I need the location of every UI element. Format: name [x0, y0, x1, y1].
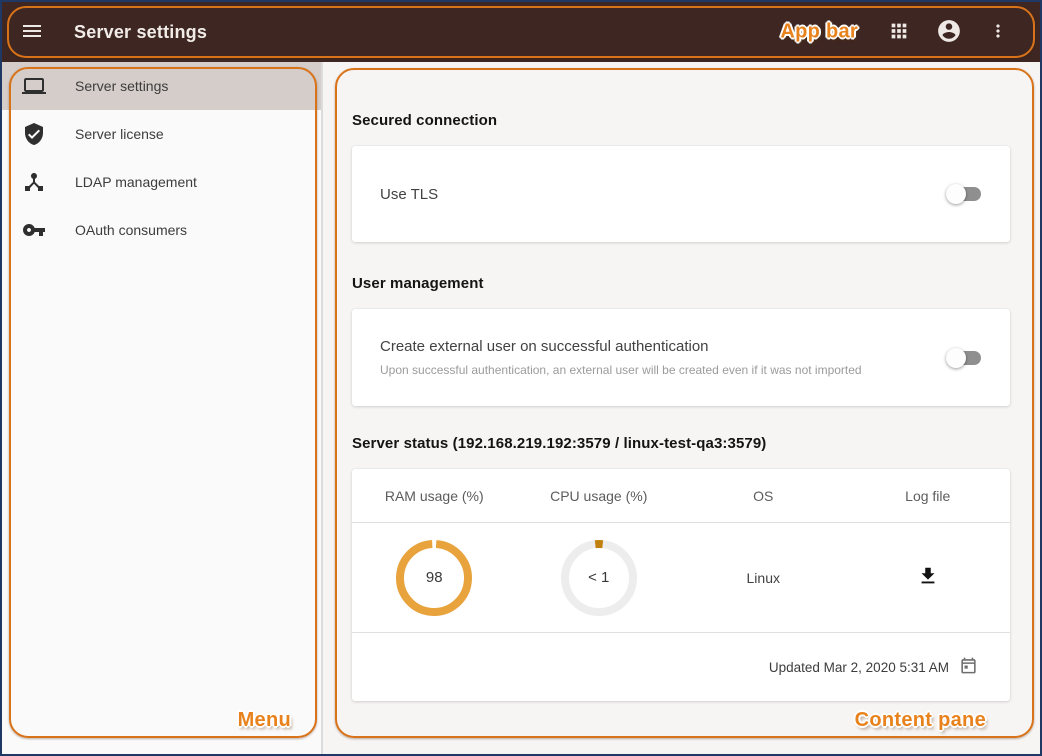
- hamburger-menu-button[interactable]: [20, 19, 44, 46]
- content-annotation-label: Content pane: [855, 709, 986, 732]
- download-icon: [917, 565, 939, 590]
- laptop-icon: [22, 74, 46, 98]
- menu-item-label: Server settings: [75, 78, 168, 94]
- menu-item-ldap-management[interactable]: LDAP management: [2, 158, 321, 206]
- overflow-menu-button[interactable]: [988, 21, 1008, 44]
- status-table-header: RAM usage (%) CPU usage (%) OS Log file: [352, 469, 1010, 523]
- toggle-thumb: [946, 348, 966, 368]
- server-status-card: RAM usage (%) CPU usage (%) OS Log file …: [352, 469, 1010, 701]
- menu-annotation-label: Menu: [238, 709, 291, 732]
- appbar-annotation-label: App bar: [780, 21, 858, 44]
- page-title: Server settings: [74, 22, 207, 43]
- refresh-date-button[interactable]: [959, 656, 978, 678]
- column-ram-usage: RAM usage (%): [352, 488, 517, 504]
- secured-connection-heading: Secured connection: [352, 112, 1010, 129]
- apps-grid-icon: [888, 20, 910, 45]
- shield-check-icon: [22, 122, 46, 146]
- create-external-user-description: Upon successful authentication, an exter…: [380, 363, 862, 377]
- use-tls-label: Use TLS: [380, 186, 438, 203]
- use-tls-card: Use TLS: [352, 146, 1010, 242]
- cpu-usage-gauge: < 1: [559, 538, 639, 618]
- ram-usage-gauge: 98: [394, 538, 474, 618]
- create-external-user-toggle[interactable]: [946, 348, 982, 368]
- updated-timestamp: Updated Mar 2, 2020 5:31 AM: [769, 660, 949, 675]
- menu-item-server-settings[interactable]: Server settings: [2, 62, 321, 110]
- menu-item-label: LDAP management: [75, 174, 197, 190]
- column-cpu-usage: CPU usage (%): [517, 488, 682, 504]
- menu-pane: Server settings Server license LDAP mana…: [2, 62, 323, 754]
- content-pane: Secured connection Use TLS User manageme…: [323, 62, 1040, 754]
- account-button[interactable]: [936, 18, 962, 47]
- menu-item-label: Server license: [75, 126, 164, 142]
- menu-item-server-license[interactable]: Server license: [2, 110, 321, 158]
- user-management-heading: User management: [352, 275, 1010, 292]
- os-value: Linux: [681, 570, 846, 586]
- status-footer: Updated Mar 2, 2020 5:31 AM: [352, 633, 1010, 701]
- app-bar: Server settings App bar: [2, 2, 1040, 62]
- hub-icon: [22, 170, 46, 194]
- apps-button[interactable]: [888, 20, 910, 45]
- key-icon: [22, 218, 46, 242]
- ram-usage-value: 98: [394, 538, 474, 618]
- menu-item-label: OAuth consumers: [75, 222, 187, 238]
- server-status-heading: Server status (192.168.219.192:3579 / li…: [352, 435, 1010, 452]
- account-circle-icon: [936, 18, 962, 47]
- use-tls-toggle[interactable]: [946, 184, 982, 204]
- server-settings-screen: Server settings App bar: [0, 0, 1042, 756]
- hamburger-icon: [20, 19, 44, 46]
- create-external-user-label: Create external user on successful authe…: [380, 338, 862, 355]
- create-external-user-card: Create external user on successful authe…: [352, 309, 1010, 406]
- kebab-menu-icon: [988, 21, 1008, 44]
- toggle-thumb: [946, 184, 966, 204]
- status-table-row: 98 < 1 Linux: [352, 523, 1010, 633]
- menu-item-oauth-consumers[interactable]: OAuth consumers: [2, 206, 321, 254]
- column-log-file: Log file: [846, 488, 1011, 504]
- download-log-button[interactable]: [917, 565, 939, 590]
- calendar-icon: [959, 656, 978, 678]
- column-os: OS: [681, 488, 846, 504]
- cpu-usage-value: < 1: [559, 538, 639, 618]
